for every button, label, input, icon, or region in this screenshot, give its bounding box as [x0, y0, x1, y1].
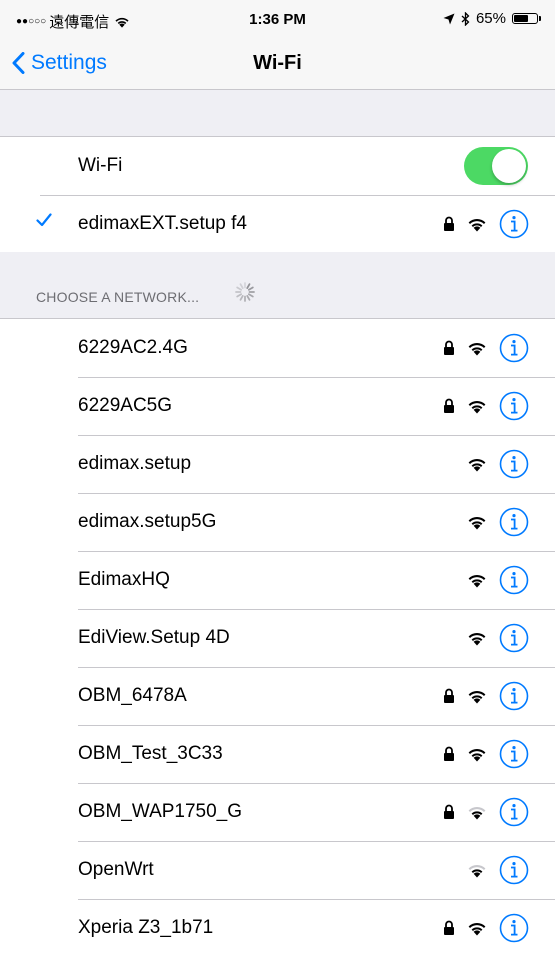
network-name: OBM_Test_3C33	[78, 743, 223, 764]
network-icons	[443, 739, 529, 769]
network-name: EdimaxHQ	[78, 569, 170, 590]
battery-icon	[512, 13, 541, 24]
wifi-signal-icon	[468, 401, 486, 414]
battery-percent: 65%	[475, 10, 506, 27]
wifi-signal-icon	[468, 219, 486, 232]
network-row[interactable]: Xperia Z3_1b71	[0, 899, 555, 957]
network-icons	[443, 681, 529, 711]
network-row[interactable]: OBM_Test_3C33	[0, 725, 555, 783]
network-name: OpenWrt	[78, 859, 154, 880]
info-button-icon[interactable]	[499, 391, 529, 421]
network-row[interactable]: EdiView.Setup 4D	[0, 609, 555, 667]
info-button-icon[interactable]	[499, 797, 529, 827]
section-header-label: CHOOSE A NETWORK...	[36, 289, 200, 305]
network-name: 6229AC5G	[78, 395, 173, 416]
network-name: OBM_6478A	[78, 685, 187, 706]
wifi-signal-icon	[468, 343, 486, 356]
page-title: Wi-Fi	[253, 52, 302, 74]
network-row[interactable]: 6229AC5G	[0, 377, 555, 435]
lock-icon	[444, 804, 454, 819]
network-icons	[443, 333, 529, 363]
network-icons	[443, 913, 529, 943]
network-row[interactable]: EdimaxHQ	[0, 551, 555, 609]
network-row[interactable]: OBM_WAP1750_G	[0, 783, 555, 841]
wifi-signal-icon	[468, 633, 486, 646]
lock-icon	[444, 746, 454, 761]
wifi-signal-icon	[468, 575, 486, 588]
info-button-icon[interactable]	[499, 333, 529, 363]
network-icons	[443, 797, 529, 827]
network-row[interactable]: 6229AC2.4G	[0, 319, 555, 377]
network-icons	[443, 565, 529, 595]
network-icons	[443, 391, 529, 421]
network-icons	[443, 507, 529, 537]
status-bar: ●●○○○ 遠傳電信 1:36 PM 65%	[0, 0, 555, 40]
network-row[interactable]: OpenWrt	[0, 841, 555, 899]
location-arrow-icon	[443, 13, 455, 24]
network-name: Xperia Z3_1b71	[78, 917, 214, 938]
info-button-icon[interactable]	[499, 565, 529, 595]
info-button-icon[interactable]	[499, 507, 529, 537]
section-gap	[0, 90, 555, 136]
network-name: edimax.setup	[78, 453, 192, 474]
lock-icon	[444, 920, 454, 935]
toggle-knob	[492, 149, 526, 183]
wifi-signal-icon	[468, 923, 486, 936]
wifi-signal-icon	[468, 459, 486, 472]
connected-network-icons	[443, 209, 529, 239]
info-button-icon[interactable]	[499, 209, 529, 239]
checkmark-icon	[36, 213, 52, 227]
network-row[interactable]: edimax.setup5G	[0, 493, 555, 551]
wifi-toggle-row: Wi-Fi	[0, 137, 555, 195]
connected-network-row[interactable]: edimaxEXT.setup f4	[0, 195, 555, 253]
wifi-toggle-switch[interactable]	[464, 147, 528, 185]
loading-spinner-icon	[235, 282, 255, 302]
info-button-icon[interactable]	[499, 449, 529, 479]
network-row[interactable]: edimax.setup	[0, 435, 555, 493]
network-list: 6229AC2.4G 6229AC5G edimax.setup edimax.…	[0, 318, 555, 958]
network-icons	[443, 623, 529, 653]
lock-icon	[444, 216, 454, 231]
wifi-toggle-label: Wi-Fi	[78, 155, 123, 176]
status-right: 65%	[437, 10, 541, 27]
navigation-bar: Settings Wi-Fi	[0, 40, 555, 90]
connected-network-name: edimaxEXT.setup f4	[78, 213, 247, 234]
network-name: EdiView.Setup 4D	[78, 627, 230, 648]
bluetooth-icon	[461, 11, 470, 26]
network-name: 6229AC2.4G	[78, 337, 188, 358]
info-button-icon[interactable]	[499, 855, 529, 885]
network-icons	[443, 449, 529, 479]
network-name: edimax.setup5G	[78, 511, 217, 532]
wifi-signal-icon	[468, 865, 486, 878]
choose-network-header: CHOOSE A NETWORK...	[0, 252, 555, 318]
lock-icon	[444, 398, 454, 413]
info-button-icon[interactable]	[499, 681, 529, 711]
wifi-signal-icon	[468, 749, 486, 762]
info-button-icon[interactable]	[499, 623, 529, 653]
info-button-icon[interactable]	[499, 913, 529, 943]
lock-icon	[444, 688, 454, 703]
wifi-signal-icon	[468, 517, 486, 530]
network-row[interactable]: OBM_6478A	[0, 667, 555, 725]
wifi-signal-icon	[468, 691, 486, 704]
info-button-icon[interactable]	[499, 739, 529, 769]
network-icons	[443, 855, 529, 885]
wifi-group: Wi-Fi edimaxEXT.setup f4	[0, 136, 555, 253]
wifi-signal-icon	[468, 807, 486, 820]
network-name: OBM_WAP1750_G	[78, 801, 243, 822]
lock-icon	[444, 340, 454, 355]
